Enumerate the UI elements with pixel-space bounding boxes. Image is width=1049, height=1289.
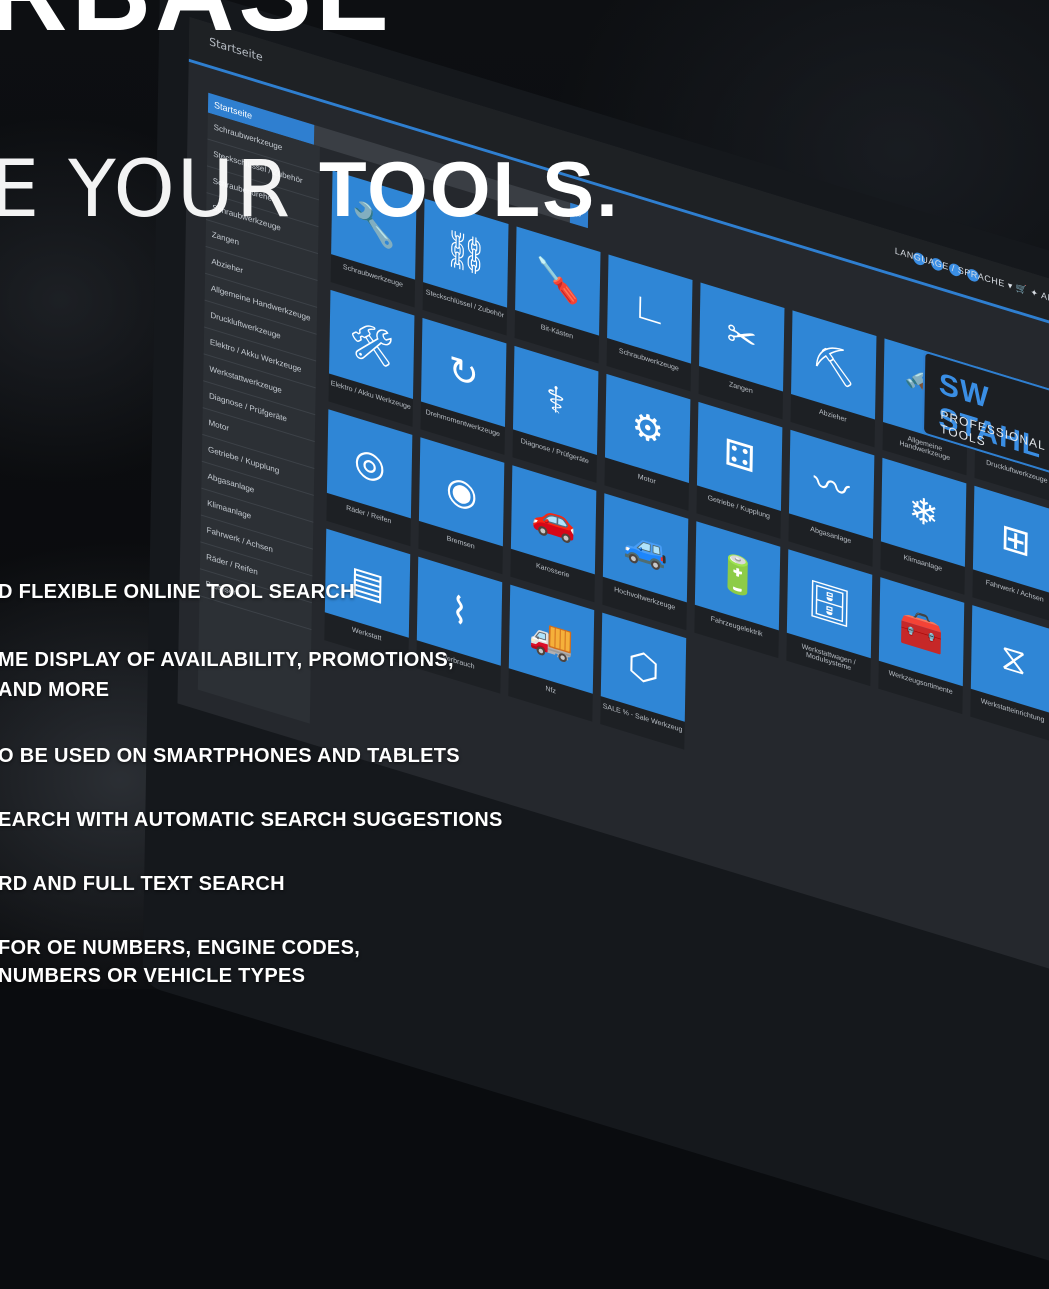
category-tile[interactable]: 🧰 Werkzeugsortimente [878,577,965,715]
category-tile[interactable]: 🚗 Karosserie [510,465,597,603]
category-tile[interactable]: 🔋 Fahrzeugelektrik [694,521,781,659]
category-tile[interactable]: ⚃ Getriebe / Kupplung [696,401,783,539]
category-tile[interactable]: ⬡ SALE % - Sale Werkzeug [600,612,687,750]
category-tile[interactable]: ⚙ Motor [604,373,691,511]
category-tile[interactable]: ⧖ Werkstatteinrichtung [970,605,1049,743]
hero-headline: E YOUR TOOLS. [0,150,620,229]
category-tile[interactable]: ✂ Zangen [698,282,785,420]
category-tile[interactable]: 🚙 Hochvoltwerkzeuge [602,493,689,631]
feature-item: NUMBERS OR VEHICLE TYPES [0,965,306,987]
category-tile[interactable]: ⛏ Abzieher [790,310,877,448]
hero-bold: TOOLS. [318,145,620,233]
category-tile[interactable]: 〰 Abgasanlage [788,429,875,567]
category-tile[interactable]: ❄ Klimaanlage [880,457,967,595]
category-tile[interactable]: 🚚 Nfz [508,584,595,722]
category-tile[interactable]: ◎ Räder / Reifen [326,409,413,547]
category-tile[interactable]: ◉ Bremsen [418,437,505,575]
category-tile[interactable]: ⊞ Fahrwerk / Achsen [972,485,1049,623]
feature-item: AND MORE [0,679,110,701]
feature-item: D FLEXIBLE ONLINE TOOL SEARCH [0,581,355,603]
feature-item: ME DISPLAY OF AVAILABILITY, PROMOTIONS, [0,649,454,671]
hero-thin: E YOUR [0,145,319,235]
category-tile[interactable]: 🪛 Bit-Kästen [514,226,601,364]
feature-item: FOR OE NUMBERS, ENGINE CODES, [0,937,361,959]
feature-item: O BE USED ON SMARTPHONES AND TABLETS [0,745,460,767]
hero-top-fragment: RBASE [0,0,393,48]
category-tile[interactable]: ↻ Drehmomentwerkzeuge [420,317,507,455]
category-tile[interactable]: 🛠 Elektro / Akku Werkzeuge [328,289,415,427]
category-tile[interactable]: ⌇ Verbrauch [416,556,503,694]
feature-item: EARCH WITH AUTOMATIC SEARCH SUGGESTIONS [0,809,503,831]
category-tile[interactable]: ⚕ Diagnose / Prüfgeräte [512,345,599,483]
category-tile[interactable]: ∟ Schraubwerkzeuge [606,254,693,392]
feature-item: RD AND FULL TEXT SEARCH [0,873,285,895]
language-selector[interactable]: LANGUAGE / SPRACHE ▾ 🛒 ✦ ANMELDEN [895,246,1049,318]
category-tile[interactable]: 🗄 Werkstattwagen / Modulsysteme [786,549,873,687]
